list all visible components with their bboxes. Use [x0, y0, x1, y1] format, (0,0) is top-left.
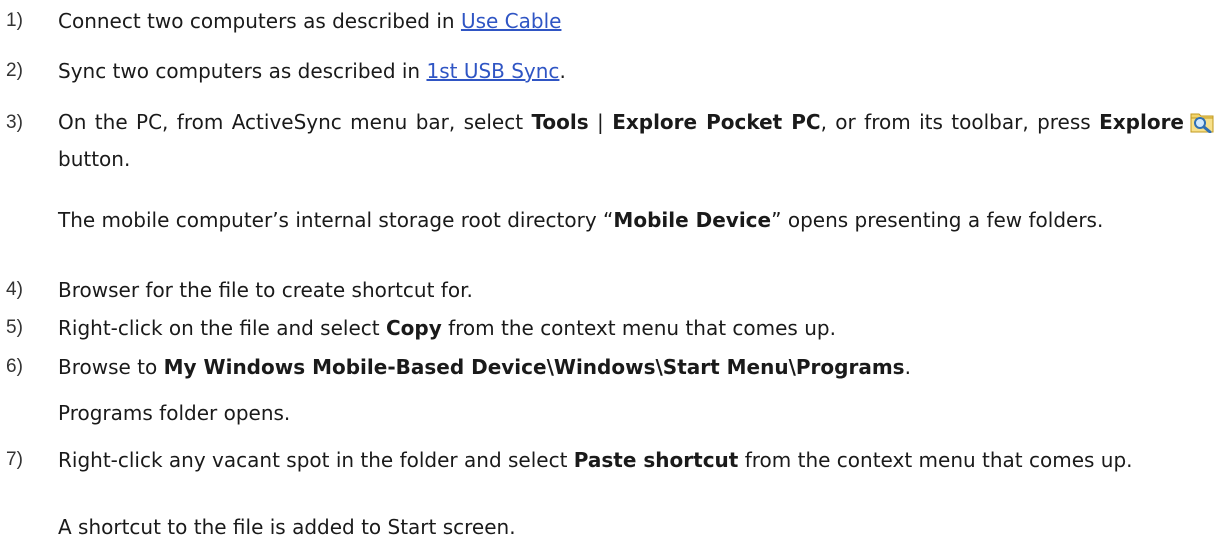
menu-paste-shortcut: Paste shortcut [573, 448, 739, 472]
programs-path: My Windows Mobile-Based Device\Windows\S… [163, 355, 905, 379]
step-number: 5) [6, 317, 23, 338]
menu-copy: Copy [385, 316, 442, 340]
step-number: 3) [6, 112, 23, 133]
step-text: Browser for the file to create shortcut … [58, 278, 473, 302]
step-7-note: A shortcut to the file is added to Start… [58, 515, 516, 539]
step-number: 2) [6, 60, 23, 81]
step-3-note: The mobile computer’s internal storage r… [58, 208, 1104, 232]
step-number: 1) [6, 10, 23, 31]
usb-sync-link[interactable]: 1st USB Sync [426, 59, 559, 83]
menu-tools: Tools [531, 110, 589, 134]
step-number: 4) [6, 279, 23, 300]
instructions-document: 1) Connect two computers as described in… [0, 0, 1228, 553]
step-text: Connect two computers as described in [58, 9, 461, 33]
explore-magnifier-icon [1190, 110, 1214, 143]
mobile-device-label: Mobile Device [613, 208, 772, 232]
step-number: 6) [6, 356, 23, 377]
menu-explore-pocket-pc: Explore Pocket PC [612, 110, 821, 134]
explore-button-label: Explore [1099, 110, 1184, 134]
use-cable-link[interactable]: Use Cable [461, 9, 562, 33]
step-text: Sync two computers as described in [58, 59, 427, 83]
step-6-note: Programs folder opens. [58, 401, 291, 425]
step-number: 7) [6, 449, 23, 470]
